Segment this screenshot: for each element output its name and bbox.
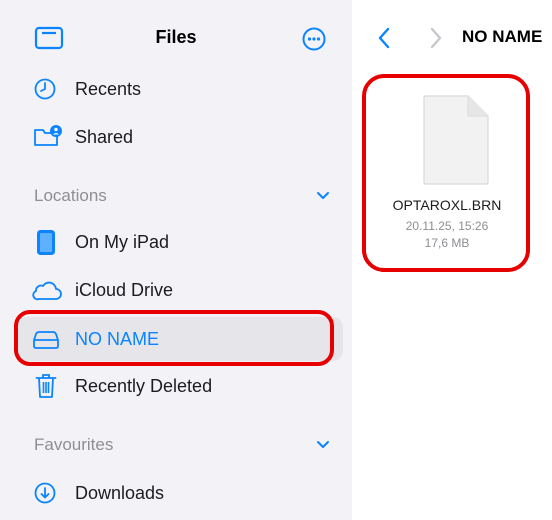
sidebar-item-no-name[interactable]: NO NAME [18, 317, 343, 361]
sidebar-header: Files [0, 0, 352, 75]
sidebar-item-shared[interactable]: Shared [18, 115, 343, 159]
more-options-icon[interactable] [302, 27, 326, 51]
cloud-icon [32, 281, 62, 301]
sidebar-item-label: Recently Deleted [75, 376, 213, 396]
section-title-favourites: Favourites [34, 435, 114, 454]
sidebar-item-on-my-ipad[interactable]: On My iPad [18, 220, 343, 264]
sidebar-item-recently-deleted[interactable]: Recently Deleted [18, 364, 343, 408]
forward-chevron-icon[interactable] [428, 26, 444, 50]
detail-pane: NO NAME OPTAROXL.BRN 20.11.25, 15:26 17,… [352, 0, 552, 520]
shared-folder-icon [34, 125, 62, 146]
sidebar-item-label: Shared [75, 127, 134, 147]
file-size: 17,6 MB [424, 236, 470, 250]
trash-icon [35, 374, 57, 398]
sidebar-title: Files [155, 27, 197, 47]
back-chevron-icon[interactable] [376, 26, 392, 50]
sidebar-item-label: Downloads [75, 483, 165, 503]
sidebar-item-label: Recents [75, 79, 142, 99]
external-drive-icon [33, 331, 59, 349]
sidebar-item-recents[interactable]: Recents [18, 67, 343, 111]
sidebar-item-label: NO NAME [75, 329, 160, 349]
chevron-down-icon[interactable] [316, 191, 330, 201]
file-name: OPTAROXL.BRN [392, 197, 502, 213]
file-date: 20.11.25, 15:26 [405, 219, 489, 233]
document-icon [423, 95, 489, 185]
ipad-icon [37, 230, 55, 255]
sidebar-item-label: iCloud Drive [75, 280, 174, 300]
file-item[interactable]: OPTAROXL.BRN 20.11.25, 15:26 17,6 MB [372, 80, 522, 265]
sidebar: Files Recents Shared Locations On My iPa… [0, 0, 352, 520]
section-title-locations: Locations [34, 186, 107, 205]
sidebar-item-icloud-drive[interactable]: iCloud Drive [18, 268, 343, 312]
chevron-down-icon[interactable] [316, 440, 330, 450]
download-icon [34, 482, 56, 504]
sidebar-item-label: On My iPad [75, 232, 170, 252]
sidebar-item-downloads[interactable]: Downloads [18, 471, 343, 515]
clock-icon [34, 78, 56, 100]
breadcrumb: NO NAME [462, 27, 543, 46]
